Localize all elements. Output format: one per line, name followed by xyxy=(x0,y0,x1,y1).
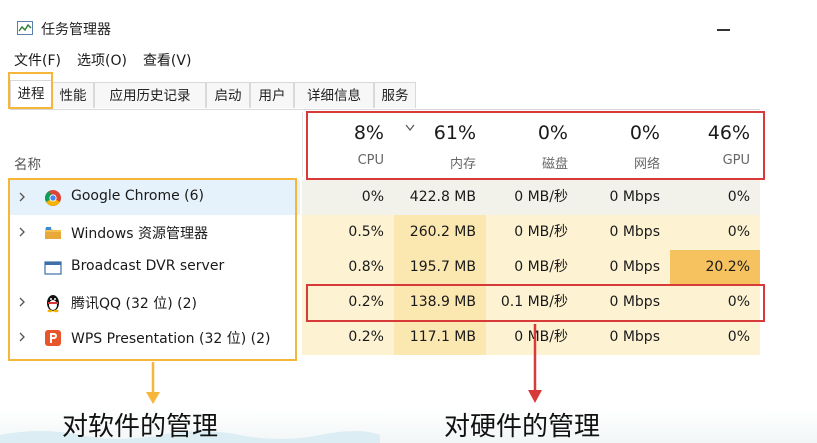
minimize-icon[interactable] xyxy=(712,14,736,38)
gpu-cell: 0% xyxy=(670,215,760,250)
memory-cell: 117.1 MB xyxy=(394,320,486,355)
memory-cell: 195.7 MB xyxy=(394,250,486,285)
disk-cell: 0 MB/秒 xyxy=(486,250,578,285)
menu-bar: 文件(F) 选项(O) 查看(V) xyxy=(14,50,191,72)
hardware-arrow-icon xyxy=(528,324,542,403)
tab-bar: 进程 性能 应用历史记录 启动 用户 详细信息 服务 xyxy=(10,80,760,110)
cpu-cell: 0.5% xyxy=(302,215,394,250)
tab-performance[interactable]: 性能 xyxy=(52,82,94,108)
memory-cell: 422.8 MB xyxy=(394,180,486,215)
menu-file[interactable]: 文件(F) xyxy=(14,50,61,72)
menu-view[interactable]: 查看(V) xyxy=(143,50,192,72)
tab-users[interactable]: 用户 xyxy=(250,82,294,108)
window-title: 任务管理器 xyxy=(41,22,111,38)
menu-options[interactable]: 选项(O) xyxy=(77,50,127,72)
tab-app-history[interactable]: 应用历史记录 xyxy=(94,82,206,108)
tab-services[interactable]: 服务 xyxy=(374,82,416,108)
network-cell: 0 Mbps xyxy=(578,320,670,355)
network-cell: 0 Mbps xyxy=(578,180,670,215)
annotation-box-software xyxy=(8,178,297,361)
tab-details[interactable]: 详细信息 xyxy=(294,82,374,108)
tab-startup[interactable]: 启动 xyxy=(206,82,250,108)
memory-cell: 260.2 MB xyxy=(394,215,486,250)
hardware-caption: 对硬件的管理 xyxy=(444,412,601,442)
network-cell: 0 Mbps xyxy=(578,250,670,285)
software-caption: 对软件的管理 xyxy=(62,412,219,442)
network-cell: 0 Mbps xyxy=(578,215,670,250)
annotation-box-hardware-header xyxy=(306,111,765,180)
cpu-cell: 0% xyxy=(302,180,394,215)
cpu-cell: 0.2% xyxy=(302,320,394,355)
disk-cell: 0 MB/秒 xyxy=(486,180,578,215)
gpu-cell: 0% xyxy=(670,180,760,215)
disk-cell: 0 MB/秒 xyxy=(486,215,578,250)
gpu-cell: 20.2% xyxy=(670,250,760,285)
column-header-name[interactable]: 名称 xyxy=(14,153,41,173)
cpu-cell: 0.8% xyxy=(302,250,394,285)
task-manager-icon xyxy=(17,21,33,35)
gpu-cell: 0% xyxy=(670,320,760,355)
software-arrow-icon xyxy=(146,362,160,404)
annotation-box-hardware-row xyxy=(306,284,765,322)
title-bar: 任务管理器 xyxy=(0,0,817,46)
annotation-box-processes-tab xyxy=(8,72,53,109)
